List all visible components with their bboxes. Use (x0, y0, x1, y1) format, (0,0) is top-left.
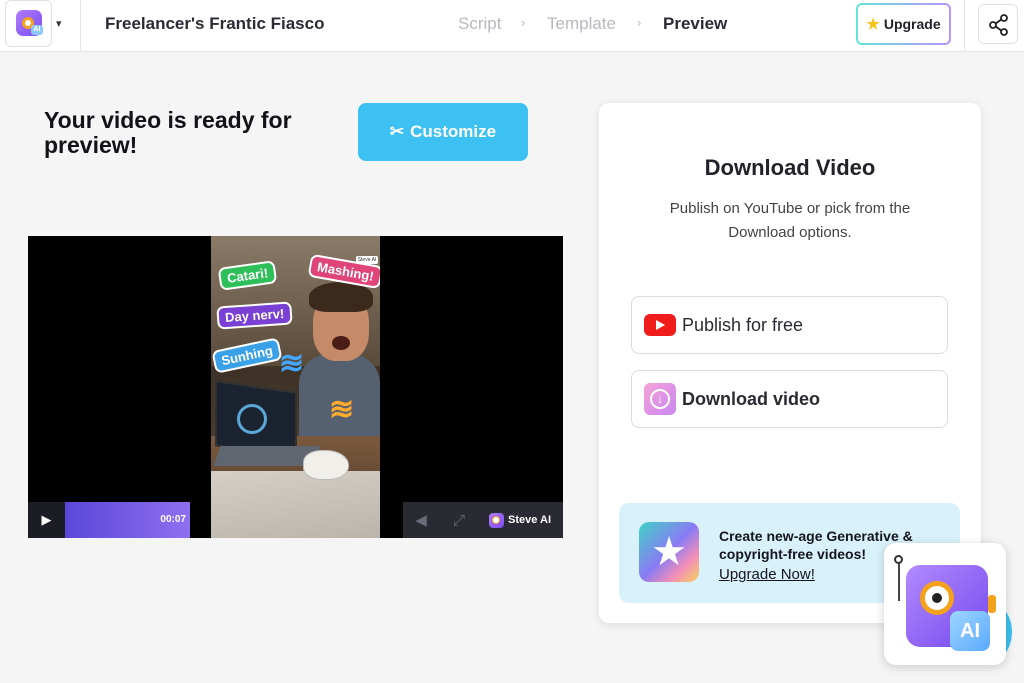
customize-label: Customize (410, 122, 497, 141)
player-controls-left: ▶ 00:07 (28, 502, 190, 538)
assistant-mascot-icon: AI (906, 565, 990, 651)
chevron-right-icon: › (637, 15, 642, 30)
watermark-logo: Steve AI (356, 256, 378, 264)
video-player[interactable]: Catari! Mashing! Day nerv! Sunhing ≋ ≋ S… (28, 236, 563, 538)
app-logo-button[interactable]: AI (5, 0, 52, 47)
volume-button[interactable]: ◀ (403, 502, 439, 538)
chevron-down-icon[interactable]: ▾ (56, 17, 66, 30)
upgrade-button-inner: ★ Upgrade (858, 5, 949, 43)
play-button[interactable]: ▶ (28, 502, 65, 538)
fullscreen-button[interactable]: ⤢ (441, 502, 477, 538)
publish-youtube-button[interactable]: Publish for free (631, 296, 948, 354)
share-button[interactable] (978, 4, 1018, 44)
customize-button[interactable]: ✂ Customize (358, 103, 528, 161)
assistant-badge: AI (950, 611, 990, 651)
player-controls-right: ◀ ⤢ Steve AI (403, 502, 563, 538)
scissors-icon: ✂ (389, 122, 405, 141)
logo-icon: AI (16, 10, 43, 36)
download-video-button[interactable]: ↓ Download video (631, 370, 948, 428)
play-icon: ▶ (41, 512, 52, 527)
wifi-icon: ≋ (329, 393, 355, 426)
divider (80, 0, 81, 52)
project-title[interactable]: Freelancer's Frantic Fiasco (105, 14, 324, 34)
antenna-dot (894, 555, 903, 564)
mascot-pupil (932, 593, 942, 603)
step-preview[interactable]: Preview (663, 14, 727, 34)
volume-icon: ◀ (415, 512, 427, 529)
wifi-icon: ≋ (279, 347, 305, 380)
step-script[interactable]: Script (458, 14, 501, 34)
divider (964, 0, 965, 52)
star-icon: ★ (639, 522, 699, 582)
upgrade-button[interactable]: ★ Upgrade (856, 3, 951, 45)
chevron-right-icon: › (521, 15, 526, 30)
upgrade-label: Upgrade (883, 16, 941, 32)
brand-badge[interactable]: Steve AI (489, 502, 563, 538)
scene-person-mouth (332, 336, 350, 350)
download-icon: ↓ (644, 383, 676, 415)
scene-papers (211, 471, 380, 538)
brand-label: Steve AI (508, 514, 552, 526)
top-header: AI ▾ Freelancer's Frantic Fiasco Script … (0, 0, 1024, 52)
youtube-icon (644, 314, 676, 336)
ready-heading: Your video is ready for preview! (44, 107, 292, 158)
option-label: Download video (682, 388, 821, 409)
download-arrow: ↓ (650, 389, 670, 409)
mascot-side (988, 595, 996, 613)
step-template[interactable]: Template (547, 14, 616, 34)
option-label: Publish for free (682, 314, 804, 335)
brand-logo-icon (489, 512, 504, 528)
logo-badge: AI (31, 25, 43, 35)
panel-subtitle: Publish on YouTube or pick from the Down… (669, 200, 911, 241)
panel-title: Download Video (704, 155, 876, 180)
assistant-widget[interactable]: AI (884, 543, 1006, 665)
upgrade-now-link[interactable]: Upgrade Now! (719, 566, 815, 583)
video-frame: Catari! Mashing! Day nerv! Sunhing ≋ ≋ S… (211, 236, 380, 538)
scene-cup (303, 450, 349, 480)
share-icon (989, 14, 1008, 36)
time-display: 00:07 (160, 514, 186, 525)
progress-bar[interactable]: 00:07 (65, 502, 190, 538)
star-icon: ★ (866, 16, 880, 33)
fullscreen-icon: ⤢ (452, 511, 465, 529)
scene-laptop-ring (237, 404, 267, 434)
mascot-eye (920, 581, 954, 615)
